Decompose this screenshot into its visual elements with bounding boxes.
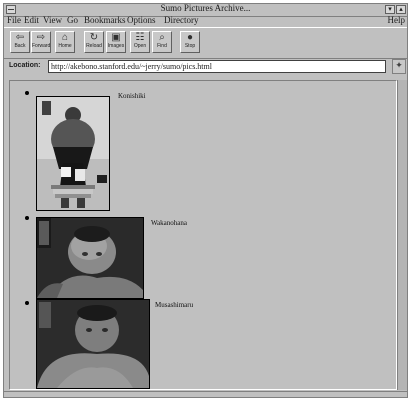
wrestler-name-konishiki: Konishiki bbox=[118, 92, 146, 100]
reload-button[interactable]: ↻ Reload bbox=[84, 31, 104, 53]
status-bar bbox=[4, 391, 407, 398]
wrestler-photo-konishiki[interactable] bbox=[36, 96, 110, 211]
netscape-logo-icon: ✦ bbox=[392, 59, 406, 74]
toolbar: ⇦ Back ⇨ Forward ⌂ Home ↻ Reload ▣ Image… bbox=[4, 27, 407, 59]
menu-bookmarks[interactable]: Bookmarks bbox=[84, 15, 126, 25]
maximize-button[interactable]: ▴ bbox=[396, 5, 406, 14]
reload-icon: ↻ bbox=[89, 32, 99, 43]
stop-button[interactable]: ● Stop bbox=[180, 31, 200, 53]
page-content: Konishiki Wakanohana Musashimaru bbox=[9, 80, 397, 390]
wrestler-photo-musashimaru[interactable] bbox=[36, 299, 150, 389]
home-button[interactable]: ⌂ Home bbox=[55, 31, 75, 53]
menu-file[interactable]: File bbox=[7, 15, 21, 25]
find-icon: ⌕ bbox=[159, 32, 165, 43]
back-arrow-icon: ⇦ bbox=[15, 32, 25, 43]
menu-view[interactable]: View bbox=[43, 15, 62, 25]
back-button[interactable]: ⇦ Back bbox=[10, 31, 30, 53]
wrestler-name-wakanohana: Wakanohana bbox=[151, 219, 187, 227]
location-bar: Location: http://akebono.stanford.edu/~j… bbox=[4, 58, 407, 76]
menu-go[interactable]: Go bbox=[67, 15, 78, 25]
menu-bar: File Edit View Go Bookmarks Options Dire… bbox=[4, 15, 407, 27]
window-title: Sumo Pictures Archive... bbox=[160, 3, 251, 13]
list-bullet bbox=[25, 301, 29, 305]
find-button[interactable]: ⌕ Find bbox=[152, 31, 172, 53]
wrestler-photo-wakanohana[interactable] bbox=[36, 217, 144, 299]
location-label: Location: bbox=[9, 62, 41, 69]
menu-directory[interactable]: Directory bbox=[164, 15, 198, 25]
list-bullet bbox=[25, 91, 29, 95]
wrestler-name-musashimaru: Musashimaru bbox=[155, 301, 194, 309]
home-icon: ⌂ bbox=[61, 32, 69, 43]
minimize-button[interactable]: ▾ bbox=[385, 5, 395, 14]
stop-icon: ● bbox=[186, 32, 194, 43]
menu-help[interactable]: Help bbox=[388, 15, 406, 25]
forward-arrow-icon: ⇨ bbox=[36, 32, 46, 43]
open-icon: ☷ bbox=[135, 32, 145, 43]
list-bullet bbox=[25, 216, 29, 220]
vertical-scrollbar[interactable] bbox=[397, 80, 407, 390]
menu-options[interactable]: Options bbox=[127, 15, 156, 25]
images-button[interactable]: ▣ Images bbox=[106, 31, 126, 53]
open-button[interactable]: ☷ Open bbox=[130, 31, 150, 53]
forward-button[interactable]: ⇨ Forward bbox=[31, 31, 51, 53]
menu-edit[interactable]: Edit bbox=[24, 15, 39, 25]
images-icon: ▣ bbox=[111, 32, 121, 43]
location-input[interactable]: http://akebono.stanford.edu/~jerry/sumo/… bbox=[48, 60, 386, 73]
browser-window: Sumo Pictures Archive... ▾ ▴ File Edit V… bbox=[3, 3, 408, 398]
